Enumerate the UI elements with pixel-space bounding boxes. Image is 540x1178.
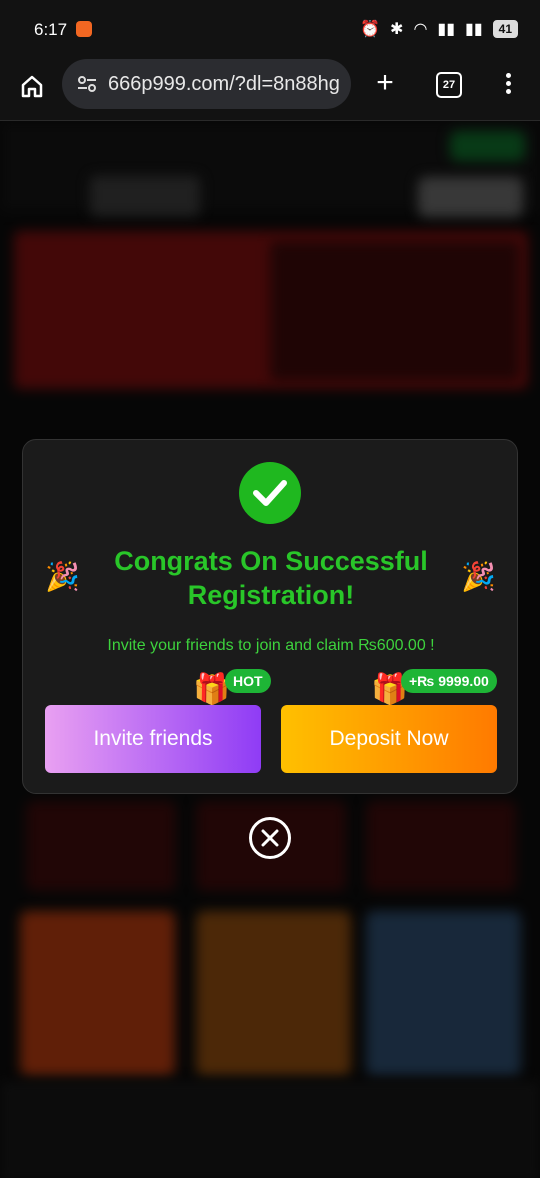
address-bar[interactable]: 666p999.com/?dl=8n88hg — [62, 59, 351, 109]
more-menu-icon[interactable] — [503, 70, 513, 98]
tab-switcher-button[interactable]: 27 — [436, 72, 462, 98]
home-button[interactable] — [18, 72, 46, 100]
close-icon — [261, 829, 279, 847]
signal-icon: ▮▮ — [437, 21, 456, 38]
battery-icon: 41 — [492, 20, 518, 38]
hot-badge: HOT — [225, 669, 271, 693]
modal-subtitle: Invite your friends to join and claim ₨6… — [107, 637, 435, 654]
app-notification-icon — [76, 21, 92, 37]
party-popper-icon: 🎉 — [461, 561, 496, 592]
status-bar: 6:17 ⏰ ✱ ◠ ▮▮ ▮▮ 41 — [0, 0, 540, 58]
bonus-badge: +₨ 9999.00 — [401, 669, 497, 693]
url-text[interactable]: 666p999.com/?dl=8n88hg — [108, 73, 340, 96]
close-modal-button[interactable] — [249, 817, 291, 859]
alarm-icon: ⏰ — [360, 21, 381, 38]
modal-title: Congrats On Successful Registration! — [114, 546, 428, 610]
new-tab-button[interactable]: + — [372, 68, 398, 98]
home-icon — [21, 75, 43, 98]
status-time: 6:17 — [34, 20, 68, 39]
registration-success-modal: 🎉 Congrats On Successful Registration! 🎉… — [22, 439, 518, 794]
party-popper-icon: 🎉 — [45, 561, 80, 592]
bluetooth-icon: ✱ — [390, 21, 404, 38]
deposit-now-button[interactable]: Deposit Now — [281, 705, 497, 773]
status-icons: ⏰ ✱ ◠ ▮▮ ▮▮ 41 — [360, 19, 518, 39]
site-settings-icon — [78, 76, 96, 92]
invite-friends-button[interactable]: Invite friends — [45, 705, 261, 773]
success-check-icon — [239, 462, 301, 524]
browser-toolbar: 666p999.com/?dl=8n88hg + 27 — [0, 58, 540, 121]
signal-icon-2: ▮▮ — [465, 21, 483, 38]
wifi-icon: ◠ — [413, 21, 428, 38]
